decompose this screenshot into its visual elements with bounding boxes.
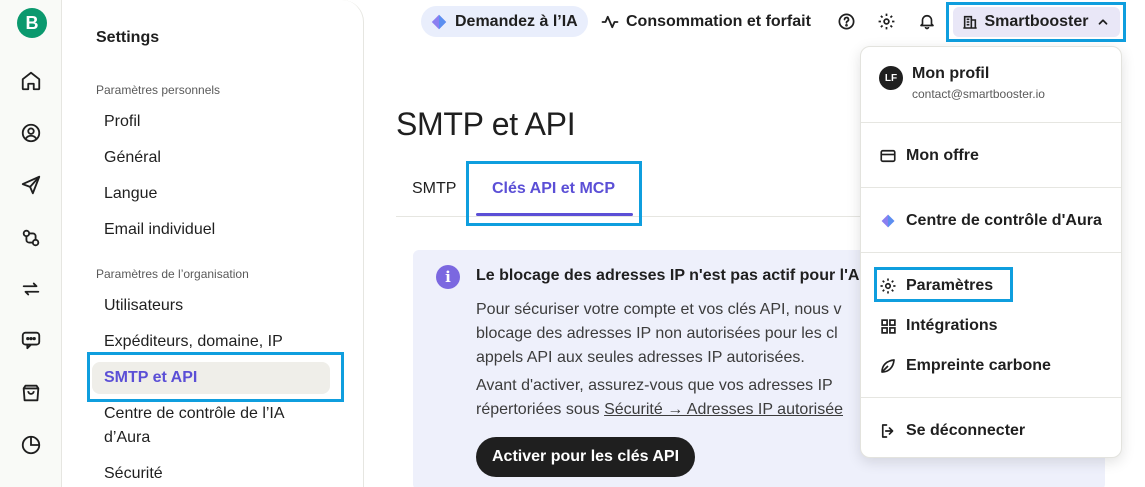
menu-item-label: Mon offre	[906, 147, 979, 164]
allowed-ips-link[interactable]: Sécurité → Adresses IP autorisée	[604, 401, 843, 418]
menu-item-integrations[interactable]: Intégrations	[878, 316, 998, 336]
sidebar-item-langue[interactable]: Langue	[92, 182, 330, 206]
consumption-label: Consommation et forfait	[626, 12, 811, 30]
tab-api-keys-mcp[interactable]: Clés API et MCP	[492, 180, 615, 198]
gear-icon	[878, 276, 898, 296]
grid-icon	[878, 316, 898, 336]
aura-diamond-icon	[878, 211, 898, 231]
page-title: SMTP et API	[396, 106, 576, 142]
sidebar-item-securite[interactable]: Sécurité	[92, 462, 330, 486]
bell-icon[interactable]	[916, 10, 938, 32]
aura-diamond-icon	[429, 12, 449, 32]
sidebar-item-general[interactable]: Général	[92, 146, 330, 170]
activity-icon	[600, 12, 620, 32]
credit-card-icon	[878, 146, 898, 166]
menu-item-label: Empreinte carbone	[906, 357, 1051, 374]
sidebar-item-smtp-api[interactable]: SMTP et API	[92, 362, 330, 394]
menu-item-settings[interactable]: Paramètres	[878, 276, 993, 296]
menu-item-my-profile[interactable]: Mon profil	[912, 65, 989, 83]
logo-letter: B	[25, 12, 39, 33]
consumption-button[interactable]: Consommation et forfait	[600, 6, 811, 37]
analytics-icon[interactable]	[19, 433, 43, 457]
sidebar-item-utilisateurs[interactable]: Utilisateurs	[92, 294, 330, 318]
profile-email: contact@smartbooster.io	[912, 87, 1045, 101]
personal-settings-label: Paramètres personnels	[96, 83, 221, 97]
info-text-line-1: Pour sécuriser votre compte et vos clés …	[476, 301, 842, 318]
menu-item-label: Centre de contrôle d'Aura	[906, 212, 1102, 229]
main-nav-rail: B	[0, 0, 62, 487]
info-text-line-2: blocage des adresses IP non autorisées p…	[476, 325, 838, 342]
info-text-line-5-prefix: répertoriées sous	[476, 401, 605, 418]
info-text-line-5: répertoriées sous Sécurité → Adresses IP…	[476, 398, 843, 422]
org-settings-label: Paramètres de l’organisation	[96, 267, 249, 281]
menu-divider	[861, 122, 1121, 123]
activate-api-keys-button[interactable]: Activer pour les clés API	[476, 437, 696, 477]
chevron-up-icon	[1095, 12, 1112, 32]
menu-divider	[861, 397, 1121, 398]
menu-divider	[861, 187, 1121, 188]
conversations-icon[interactable]	[19, 277, 43, 301]
menu-item-carbon-footprint[interactable]: Empreinte carbone	[878, 356, 1051, 376]
brevo-logo[interactable]: B	[17, 8, 47, 38]
menu-divider	[861, 252, 1121, 253]
menu-item-label: Intégrations	[906, 317, 998, 334]
menu-item-label: Paramètres	[906, 277, 994, 294]
tab-smtp[interactable]: SMTP	[412, 180, 456, 198]
chat-icon[interactable]	[19, 328, 43, 352]
info-icon: i	[436, 265, 460, 289]
info-text-line-3: appels API aux seules adresses IP autori…	[476, 349, 805, 366]
gear-icon[interactable]	[875, 10, 897, 32]
sidebar-item-centre-controle-ia[interactable]: Centre de contrôle de l’IA d’Aura	[92, 402, 312, 450]
menu-item-my-offer[interactable]: Mon offre	[878, 146, 979, 166]
info-text-line-4: Avant d'activer, assurez-vous que vos ad…	[476, 377, 833, 394]
account-name: Smartbooster	[984, 13, 1089, 30]
ecommerce-icon[interactable]	[19, 381, 43, 405]
tabs-divider	[396, 216, 866, 217]
help-icon[interactable]	[835, 10, 857, 32]
sidebar-title: Settings	[96, 29, 160, 46]
home-icon[interactable]	[19, 69, 43, 93]
leaf-icon	[878, 356, 898, 376]
account-menu-button[interactable]: Smartbooster	[953, 7, 1120, 37]
ask-ai-label: Demandez à l’IA	[455, 12, 578, 30]
menu-item-label: Se déconnecter	[906, 422, 1026, 439]
menu-item-aura-control-center[interactable]: Centre de contrôle d'Aura	[878, 211, 1102, 231]
sidebar-item-email-individuel[interactable]: Email individuel	[92, 218, 330, 242]
campaigns-icon[interactable]	[19, 173, 43, 197]
settings-sidebar: Settings Paramètres personnels Profil Gé…	[62, 0, 364, 487]
ask-ai-button[interactable]: Demandez à l’IA	[421, 6, 588, 37]
avatar: LF	[879, 66, 903, 90]
menu-item-logout[interactable]: Se déconnecter	[878, 421, 1025, 441]
sidebar-item-profil[interactable]: Profil	[92, 110, 330, 134]
sidebar-item-expediteurs[interactable]: Expéditeurs, domaine, IP	[92, 330, 330, 354]
building-icon	[961, 12, 978, 32]
info-title: Le blocage des adresses IP n'est pas act…	[476, 267, 860, 284]
contacts-icon[interactable]	[19, 121, 43, 145]
automations-icon[interactable]	[19, 226, 43, 250]
active-tab-indicator	[476, 213, 633, 216]
logout-icon	[878, 421, 898, 441]
